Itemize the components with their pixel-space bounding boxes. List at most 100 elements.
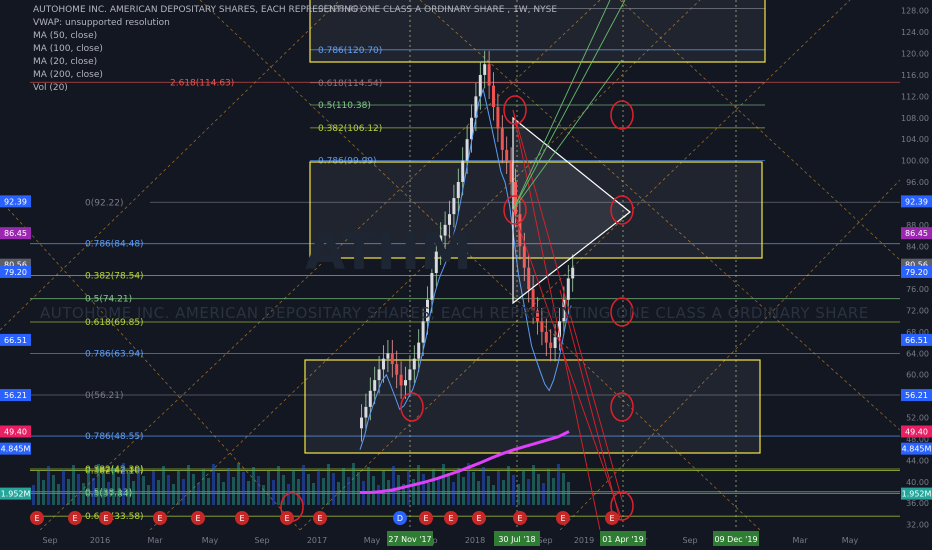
volume-bar [187, 465, 190, 505]
volume-bar [157, 480, 160, 505]
candle-body[interactable] [461, 160, 465, 183]
volume-bar [247, 481, 250, 505]
price-badge-label: 56.21 [4, 391, 27, 400]
volume-bar [47, 466, 50, 505]
volume-bar [507, 466, 510, 505]
indicator-ma-200[interactable]: MA (200, close) [33, 69, 557, 82]
volume-bar [302, 465, 305, 505]
volume-bar [217, 473, 220, 505]
price-badge-label: 86.45 [905, 229, 928, 238]
candle-body[interactable] [456, 182, 460, 199]
candle-body[interactable] [399, 374, 403, 386]
volume-bar [312, 483, 315, 505]
volume-bar [162, 466, 165, 505]
volume-bar [332, 473, 335, 505]
price-axis-tick: 100.00 [901, 157, 929, 166]
candle-body[interactable] [549, 342, 553, 348]
time-axis-tick: Sep [682, 536, 697, 545]
candle-body[interactable] [417, 342, 421, 359]
volume-bar [267, 471, 270, 505]
time-axis-tick: May [842, 536, 859, 545]
price-axis-tick: 40.00 [906, 478, 929, 487]
fib-level-label: 0(92.22) [85, 198, 124, 208]
volume-bar [212, 464, 215, 505]
candle-body[interactable] [540, 321, 544, 332]
earnings-marker-label: E [517, 514, 522, 523]
volume-bar [237, 463, 240, 505]
indicator-vwap[interactable]: VWAP: unsupported resolution [33, 17, 557, 30]
watermark-description: AUTOHOME INC. AMERICAN DEPOSITARY SHARES… [40, 304, 869, 322]
volume-bar [422, 474, 425, 505]
candle-body[interactable] [544, 331, 548, 343]
volume-bar [177, 470, 180, 505]
volume-bar [487, 476, 490, 505]
candle-body[interactable] [382, 358, 385, 370]
earnings-marker-label: E [103, 514, 108, 523]
volume-bar [77, 474, 80, 505]
earnings-marker-label: E [423, 514, 428, 523]
candle-body[interactable] [566, 278, 570, 300]
volume-bar [242, 472, 245, 505]
volume-bar [152, 471, 155, 505]
price-axis-tick: 104.00 [901, 135, 929, 144]
indicator-ma-20[interactable]: MA (20, close) [33, 56, 557, 69]
price-badge-label: 92.39 [4, 197, 27, 206]
price-badge-label: 79.20 [4, 268, 27, 277]
candle-body[interactable] [421, 321, 425, 343]
volume-bar [272, 480, 275, 505]
volume-bar [297, 479, 300, 505]
volume-bar [277, 466, 280, 505]
earnings-marker-label: E [72, 514, 77, 523]
volume-bar [197, 483, 200, 505]
price-axis-tick: 96.00 [906, 178, 929, 187]
candle-body[interactable] [553, 337, 557, 348]
candle-body[interactable] [452, 198, 456, 215]
earnings-marker-label: E [239, 514, 244, 523]
candle-body[interactable] [395, 364, 399, 375]
candle-body[interactable] [386, 353, 390, 359]
candle-body[interactable] [373, 380, 377, 391]
chart-legend: AUTOHOME INC. AMERICAN DEPOSITARY SHARES… [33, 4, 557, 95]
earnings-marker-label: E [476, 514, 481, 523]
chart-title[interactable]: AUTOHOME INC. AMERICAN DEPOSITARY SHARES… [33, 4, 557, 17]
volume-bar [317, 469, 320, 505]
earnings-marker-label: E [157, 514, 162, 523]
chart-canvas[interactable]: { "header": { "title": "AUTOHOME INC. AM… [0, 0, 932, 550]
volume-bar [72, 465, 75, 505]
time-axis-tick: Mar [147, 536, 163, 545]
volume-bar [532, 465, 535, 505]
volume-bar [522, 470, 525, 505]
candle-body[interactable] [360, 417, 363, 429]
price-axis-tick: 52.00 [906, 414, 929, 423]
candle-body[interactable] [412, 358, 416, 370]
candle-body[interactable] [404, 380, 407, 386]
price-badge-label: 66.51 [4, 336, 27, 345]
time-axis-tick: May [202, 536, 219, 545]
indicator-ma-50[interactable]: MA (50, close) [33, 30, 557, 43]
indicator-volume[interactable]: Vol (20) [33, 82, 557, 95]
candle-body[interactable] [571, 267, 575, 279]
candle-body[interactable] [368, 390, 372, 407]
volume-bar [322, 478, 325, 505]
volume-bar [382, 471, 385, 505]
candle-body[interactable] [505, 149, 509, 161]
candle-body[interactable] [465, 139, 469, 161]
candle-body[interactable] [408, 369, 412, 381]
volume-bar [502, 480, 505, 505]
volume-bar [462, 477, 465, 505]
volume-bar [122, 463, 125, 505]
volume-bar [87, 469, 90, 505]
candle-body[interactable] [364, 406, 368, 418]
volume-bar [227, 468, 230, 505]
volume-bar [547, 469, 550, 505]
price-axis-tick: 84.00 [906, 242, 929, 251]
candle-body[interactable] [496, 107, 500, 129]
volume-bar [442, 464, 445, 505]
candle-body[interactable] [509, 160, 513, 183]
indicator-ma-100[interactable]: MA (100, close) [33, 43, 557, 56]
candle-body[interactable] [390, 353, 394, 365]
candle-body[interactable] [500, 128, 504, 150]
candle-body[interactable] [377, 369, 381, 381]
earnings-marker-label: E [560, 514, 565, 523]
volume-bar [202, 469, 205, 505]
